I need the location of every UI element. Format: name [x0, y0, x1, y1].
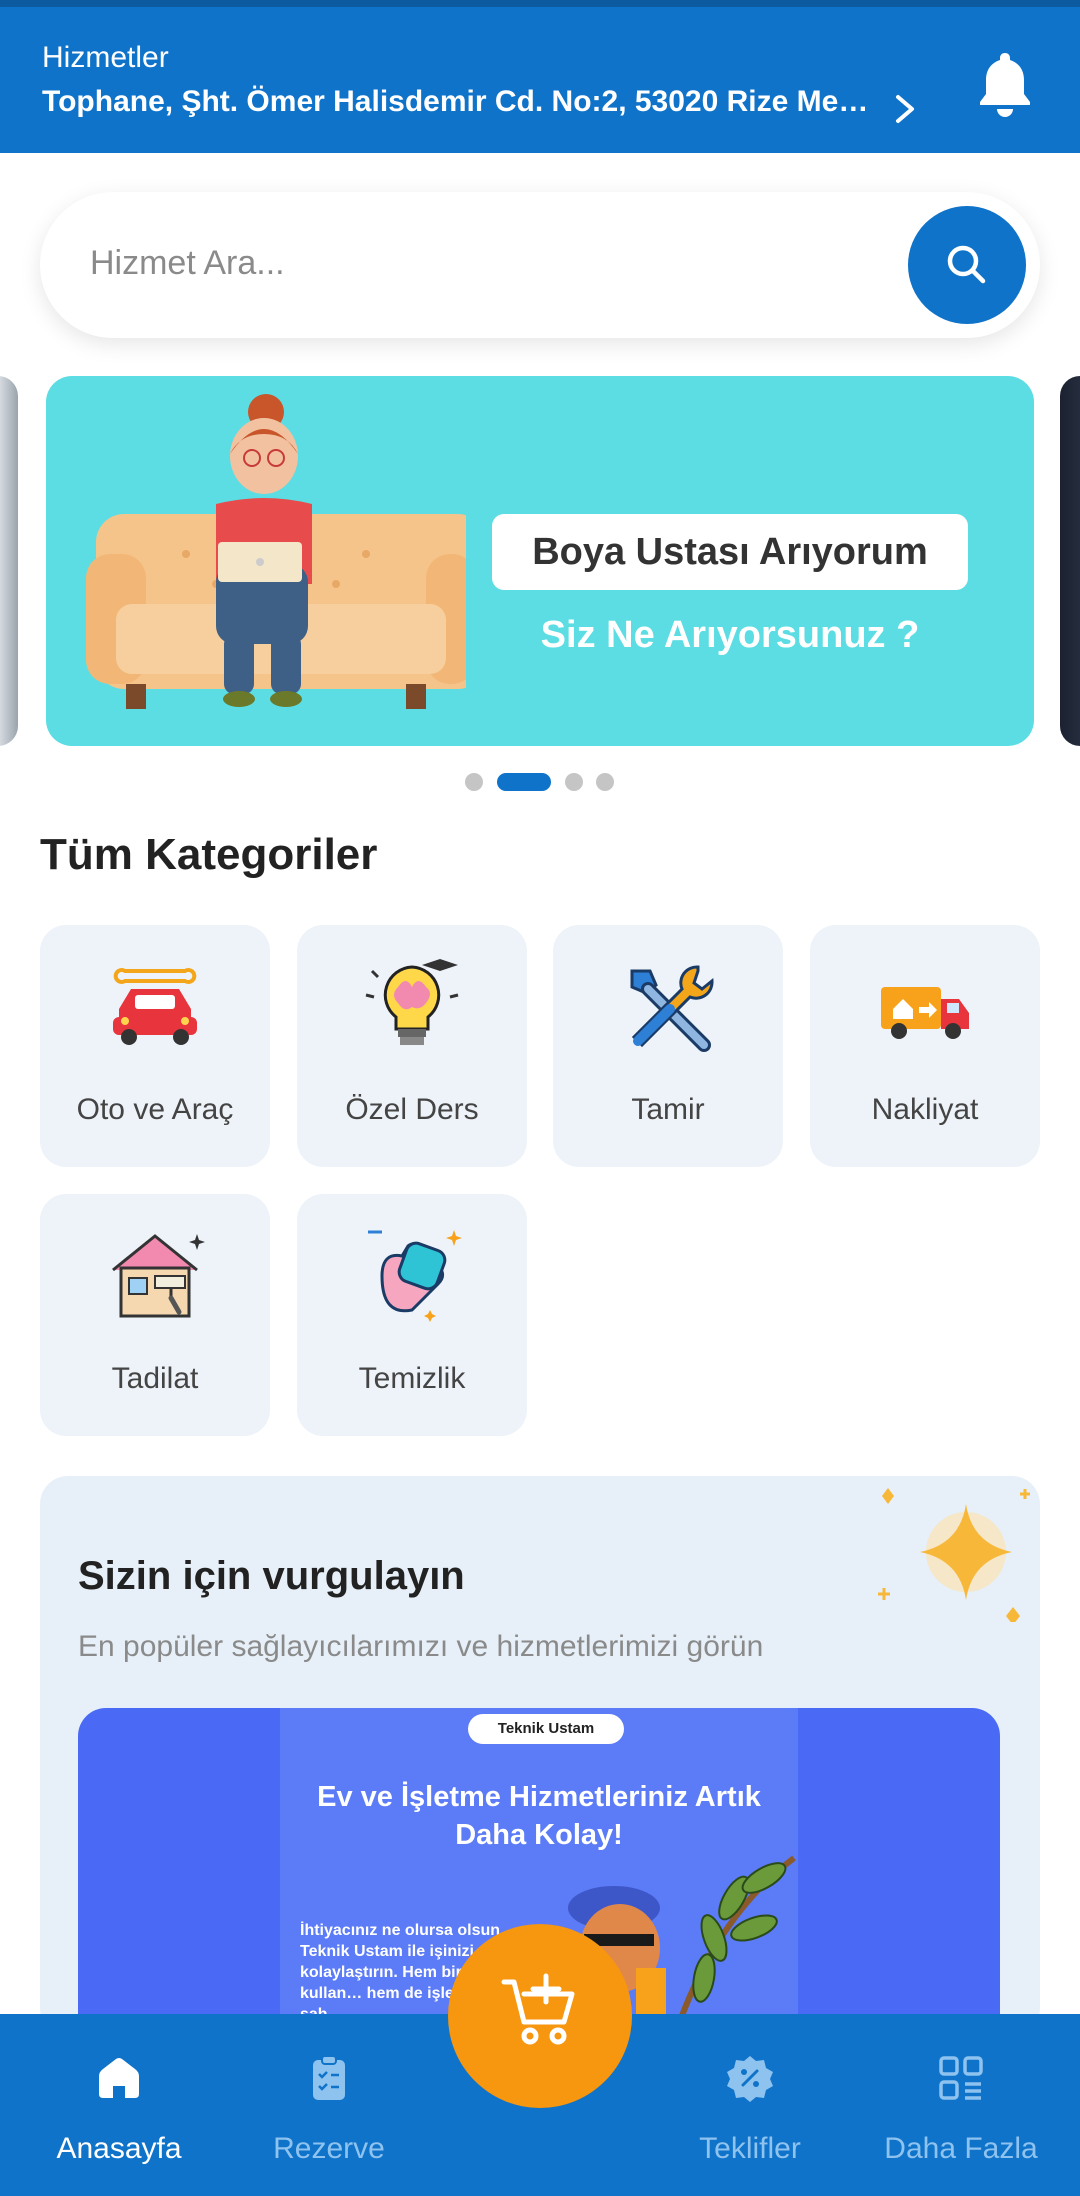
discount-badge-icon: [727, 2056, 773, 2102]
category-tamir[interactable]: Tamir: [553, 925, 783, 1167]
category-label: Oto ve Araç: [76, 1093, 234, 1126]
carousel-next-slide[interactable]: [1060, 376, 1080, 746]
carousel-prev-slide[interactable]: [0, 376, 18, 746]
woman-on-sofa-illustration: [86, 394, 466, 709]
clipboard-icon: [313, 2055, 345, 2100]
header-label: Hizmetler: [42, 41, 169, 74]
category-tadilat[interactable]: Tadilat: [40, 1194, 270, 1436]
add-to-cart-button[interactable]: [448, 1924, 632, 2108]
nav-label: Rezerve: [273, 2132, 385, 2165]
carousel-dot-active[interactable]: [497, 773, 551, 791]
carousel-dot[interactable]: [596, 773, 614, 791]
chevron-right-icon[interactable]: [890, 89, 920, 129]
carousel-dot[interactable]: [565, 773, 583, 791]
top-header: Hizmetler Tophane, Şht. Ömer Halisdemir …: [0, 7, 1080, 153]
category-label: Özel Ders: [345, 1093, 479, 1126]
nav-teklifler[interactable]: Teklifler: [645, 2014, 855, 2196]
category-ozel-ders[interactable]: Özel Ders: [297, 925, 527, 1167]
highlight-description: En popüler sağlayıcılarımızı ve hizmetle…: [78, 1630, 764, 1663]
search-button[interactable]: [908, 206, 1026, 324]
search-bar[interactable]: Hizmet Ara...: [40, 192, 1040, 338]
nav-label: Teklifler: [699, 2132, 801, 2165]
banner-search-pill: Boya Ustası Arıyorum: [492, 514, 968, 590]
nav-label: Anasayfa: [56, 2132, 182, 2165]
grid-list-icon: [939, 2056, 983, 2100]
category-label: Tamir: [631, 1093, 705, 1126]
notification-bell-icon[interactable]: [976, 49, 1034, 117]
location-address[interactable]: Tophane, Şht. Ömer Halisdemir Cd. No:2, …: [42, 85, 872, 119]
status-strip: [0, 0, 1080, 7]
category-label: Temizlik: [358, 1362, 466, 1395]
home-icon: [99, 2058, 139, 2098]
car-icon: [113, 968, 197, 1045]
search-icon: [947, 245, 986, 284]
category-label: Nakliyat: [871, 1093, 979, 1126]
search-input[interactable]: Hizmet Ara...: [90, 244, 285, 283]
categories-title: Tüm Kategoriler: [40, 830, 378, 879]
tools-icon: [630, 965, 714, 1052]
truck-icon: [881, 987, 969, 1039]
category-oto-ve-arac[interactable]: Oto ve Araç: [40, 925, 270, 1167]
nav-anasayfa[interactable]: Anasayfa: [14, 2014, 224, 2196]
nav-daha-fazla[interactable]: Daha Fazla: [856, 2014, 1066, 2196]
promo-banner[interactable]: Boya Ustası Arıyorum Siz Ne Arıyorsunuz …: [46, 376, 1034, 746]
cart-add-icon: [501, 1973, 575, 2045]
sparkle-icon: [878, 1488, 1030, 1622]
category-nakliyat[interactable]: Nakliyat: [810, 925, 1040, 1167]
lightbulb-brain-icon: [365, 959, 459, 1045]
banner-subtitle: Siz Ne Arıyorsunuz ?: [540, 614, 920, 656]
highlight-title: Sizin için vurgulayın: [78, 1554, 465, 1598]
nav-rezerve[interactable]: Rezerve: [224, 2014, 434, 2196]
category-temizlik[interactable]: Temizlik: [297, 1194, 527, 1436]
nav-label: Daha Fazla: [884, 2132, 1038, 2165]
cleaning-hand-icon: [368, 1230, 462, 1322]
house-paint-icon: [112, 1234, 205, 1318]
carousel-dot[interactable]: [465, 773, 483, 791]
promo-tag: Teknik Ustam: [468, 1714, 624, 1744]
banner-pill-text: Boya Ustası Arıyorum: [532, 531, 928, 573]
category-label: Tadilat: [111, 1362, 199, 1395]
